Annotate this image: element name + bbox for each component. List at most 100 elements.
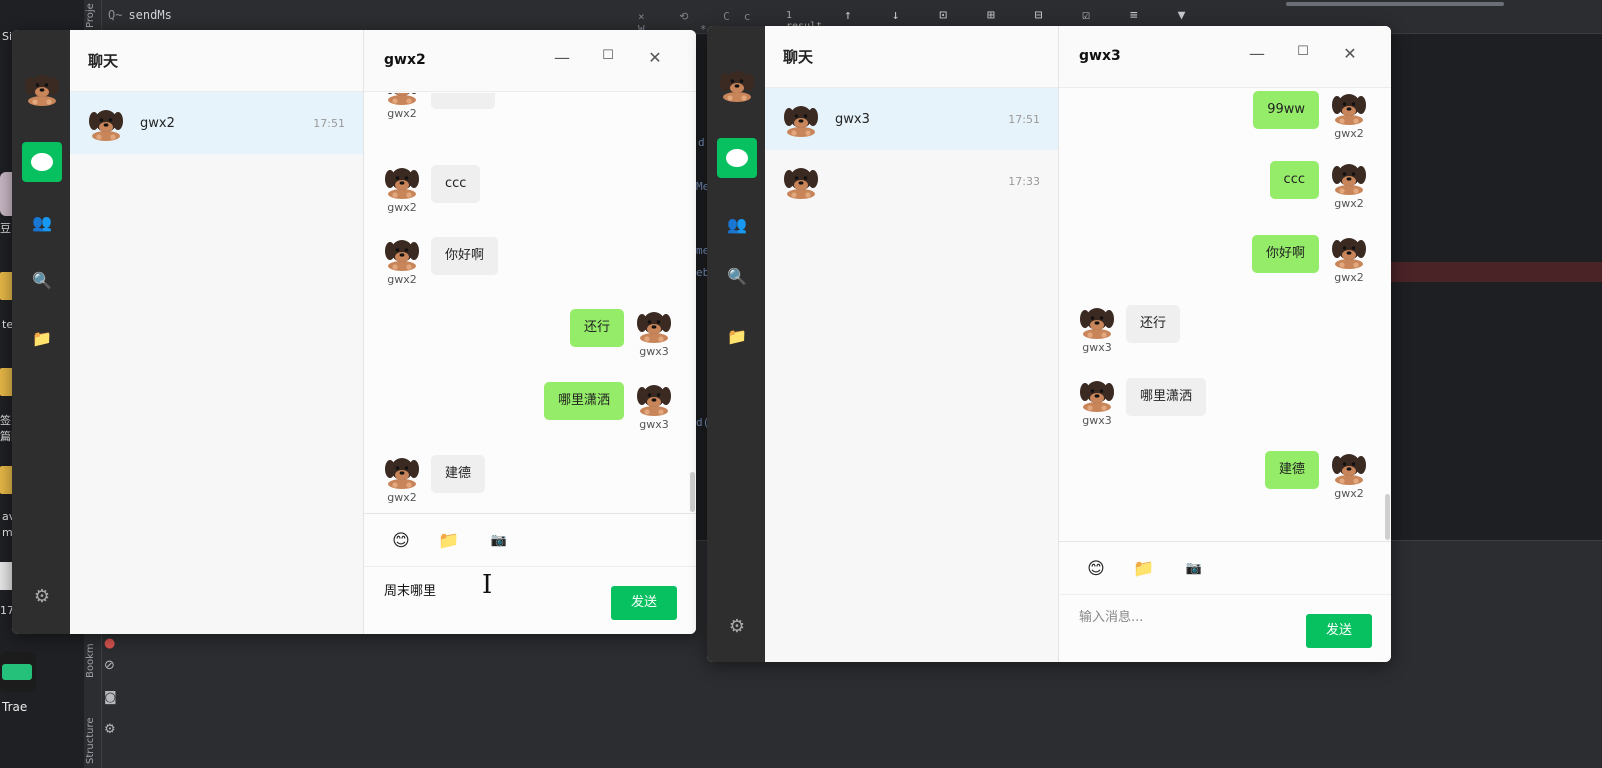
message-input[interactable] [1079,610,1279,625]
search-icon: Q~ [108,8,123,22]
dog-avatar-icon [24,70,60,106]
files-nav-button[interactable]: 📁 [717,316,757,356]
message-bubble[interactable]: 你好啊 [1251,235,1319,273]
contact-avatar [783,163,819,199]
camera-icon[interactable]: 📷 [488,530,510,552]
chat-title: gwx3 [1079,48,1121,64]
input-toolbar: 😊 📁 📷 [1059,541,1391,595]
my-avatar[interactable] [24,70,60,106]
close-button[interactable]: ✕ [645,48,665,67]
message-row: 建德 gwx2 [364,453,696,513]
contacts-nav-button[interactable]: 👥 [717,204,757,244]
message-bubble[interactable]: 还行 [1126,305,1181,343]
find-toolbar-icons[interactable]: ↑ ↓ ⊡ ⊞ ⊟ ☑ ≡ ▼ [844,8,1201,23]
maximize-button[interactable]: ☐ [1293,44,1313,59]
contacts-icon: 👥 [32,212,52,232]
conversation-item[interactable]: gwx2 17:51 [70,92,363,154]
ide-horizontal-scrollbar[interactable] [1286,2,1504,6]
message-row: 99ww gwx2 [1059,89,1391,149]
contact-avatar [783,101,819,137]
project-tool-label[interactable]: Proje [85,3,96,28]
conversation-item[interactable]: gwx3 17:51 [765,88,1058,150]
dog-avatar-icon [1331,233,1367,269]
chat-icon [31,153,53,171]
nav-rail: 👥 🔍 📁 ⚙ [707,26,765,662]
sender-avatar [1079,303,1115,339]
desktop-file-icon[interactable] [0,562,12,590]
emoji-icon[interactable]: 😊 [390,530,412,552]
conversation-list: 聊天 gwx3 17:51 17:33 [765,26,1059,662]
files-nav-button[interactable]: 📁 [22,318,62,358]
sender-avatar [1331,89,1367,125]
send-button[interactable]: 发送 [611,586,677,620]
message-bubble[interactable]: 还行 [569,309,624,347]
message-scrollbar[interactable] [690,472,695,512]
ide-search-field[interactable]: Q~sendMs × ⟲ Cc W .* 1 result ↑ ↓ ⊡ ⊞ ⊟ … [108,8,1185,36]
conversation-item[interactable]: 17:33 [765,150,1058,212]
sender-name: gwx3 [639,345,669,358]
camera-icon[interactable]: 📷 [1183,558,1205,580]
dog-avatar-icon [783,101,819,137]
chat-header: gwx2 — ☐ ✕ [364,30,696,92]
search-nav-button[interactable]: 🔍 [717,256,757,296]
emoji-icon[interactable]: 😊 [1085,558,1107,580]
input-toolbar: 😊 📁 📷 [364,513,696,567]
sender-avatar [1331,449,1367,485]
sender-avatar [384,93,420,105]
search-nav-button[interactable]: 🔍 [22,260,62,300]
sender-name: gwx3 [639,418,669,431]
chat-panel: gwx2 — ☐ ✕ gwx2 ccc gwx2 你好啊 gwx2 还行 gwx3 哪里潇洒… [364,30,696,634]
sender-name: gwx2 [1334,271,1364,284]
mute-breakpoints-icon[interactable]: ⊘ [104,658,115,673]
chat-window-gwx3: 👥 🔍 📁 ⚙ 聊天 gwx3 17:51 17:33 gwx3 — ☐ ✕ 9… [707,26,1391,662]
sender-name: gwx3 [1082,341,1112,354]
sender-name: gwx2 [387,201,417,214]
message-bubble[interactable]: 哪里潇洒 [1126,378,1207,416]
send-button[interactable]: 发送 [1306,614,1372,648]
dog-avatar-icon [636,307,672,343]
minimize-button[interactable]: — [552,48,572,67]
message-bubble[interactable]: 99ww [1253,91,1319,129]
message-scrollbar[interactable] [1385,494,1390,540]
folder-icon[interactable]: 📁 [438,530,460,552]
message-bubble [431,93,495,109]
trae-app-icon[interactable] [0,652,36,692]
sender-avatar [384,453,420,489]
message-row: 哪里潇洒 gwx3 [364,380,696,440]
message-list[interactable]: gwx2 ccc gwx2 你好啊 gwx2 还行 gwx3 哪里潇洒 gwx3 建德 gwx2 [364,93,696,513]
my-avatar[interactable] [719,66,755,102]
message-list[interactable]: 99ww gwx2 ccc gwx2 你好啊 gwx2 还行 gwx3 哪里潇洒 gwx3 建德 gw… [1059,89,1391,541]
message-bubble[interactable]: 哪里潇洒 [543,382,624,420]
settings-icon[interactable]: ⚙ [104,722,116,737]
folder-icon[interactable]: 📁 [1133,558,1155,580]
camera-icon[interactable]: ◙ [104,690,117,705]
dog-avatar-icon [1079,376,1115,412]
dog-avatar-icon [384,235,420,271]
bookmarks-tool-label[interactable]: Bookm [85,643,96,678]
text-cursor-icon: I [482,570,493,600]
message-bubble[interactable]: ccc [1269,161,1319,199]
chat-nav-button[interactable] [717,138,757,178]
close-button[interactable]: ✕ [1340,44,1360,63]
message-bubble[interactable]: 你好啊 [431,237,499,275]
breakpoint-icon[interactable]: ● [104,636,115,651]
folder-icon: 📁 [32,328,52,348]
minimize-button[interactable]: — [1247,44,1267,63]
contacts-nav-button[interactable]: 👥 [22,202,62,242]
dog-avatar-icon [636,380,672,416]
chat-nav-button[interactable] [22,142,62,182]
message-bubble[interactable]: 建德 [1264,451,1319,489]
chat-window-gwx2: 👥 🔍 📁 ⚙ 聊天 gwx2 17:51 gwx2 — ☐ ✕ gwx2 cc… [12,30,696,634]
dog-avatar-icon [1331,89,1367,125]
sender-avatar [384,163,420,199]
structure-tool-label[interactable]: Structure [85,717,96,764]
dog-avatar-icon [1331,159,1367,195]
settings-nav-button[interactable]: ⚙ [717,606,757,646]
settings-nav-button[interactable]: ⚙ [22,576,62,616]
chat-panel: gwx3 — ☐ ✕ 99ww gwx2 ccc gwx2 你好啊 gwx2 还行 gwx3 哪… [1059,26,1391,662]
maximize-button[interactable]: ☐ [598,48,618,63]
settings-icon: ⚙ [728,615,746,637]
list-title: 聊天 [765,26,1058,88]
message-bubble[interactable]: ccc [431,165,481,203]
message-bubble[interactable]: 建德 [431,455,486,493]
